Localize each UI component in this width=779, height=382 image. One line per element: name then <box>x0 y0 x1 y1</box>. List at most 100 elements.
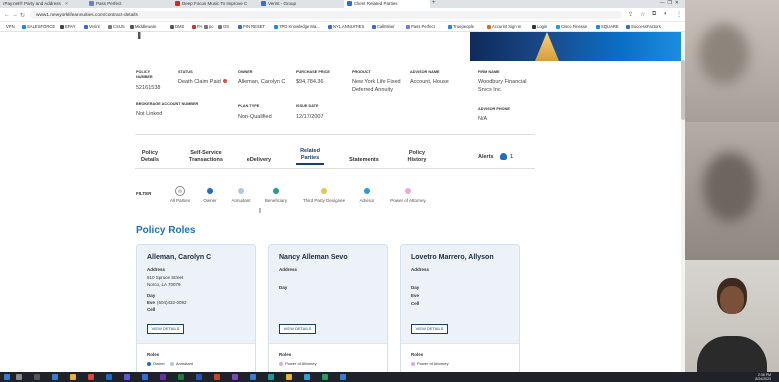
app-icon[interactable] <box>268 374 274 380</box>
divider <box>135 134 535 135</box>
annuitant-dot-icon <box>170 361 174 366</box>
issue-date-label: ISSUE DATE <box>296 104 319 108</box>
window-controls[interactable]: — ❐ ✕ <box>660 0 679 6</box>
owner-value: Alleman, Carolyn C <box>238 79 286 85</box>
bookmark[interactable]: DMS <box>170 24 184 29</box>
bookmark[interactable]: pc <box>204 24 213 29</box>
header-city-image <box>470 32 685 61</box>
bookmark[interactable]: Cisco Finesse <box>556 24 587 29</box>
filter-power-of-attorney-radio[interactable] <box>405 188 411 194</box>
policy-number-label: POLICY NUMBER <box>136 70 153 79</box>
alerts-label[interactable]: Alerts <box>478 154 494 160</box>
section-title: Policy Roles <box>136 225 196 236</box>
app-icon[interactable] <box>250 374 256 380</box>
product-label: PRODUCT <box>352 70 371 74</box>
powerpoint-icon[interactable] <box>214 374 220 380</box>
bookmark[interactable]: PIN RESET <box>238 24 265 29</box>
bookmark[interactable]: OS <box>218 24 229 29</box>
chrome-icon[interactable] <box>88 374 94 380</box>
filter-owner-radio[interactable] <box>207 188 213 194</box>
address-label: Address <box>411 267 430 272</box>
app-icon[interactable] <box>286 374 292 380</box>
tab-label: Client Related Parties <box>354 1 398 6</box>
browser-tab[interactable]: Verint - Group <box>258 0 344 8</box>
bookmark[interactable]: PA <box>192 24 202 29</box>
onenote-icon[interactable] <box>232 374 238 380</box>
filter-annuitant-radio[interactable] <box>238 188 244 194</box>
bookmark[interactable]: Accurint Sign In <box>487 24 521 29</box>
role-owner: Owner <box>147 361 165 366</box>
bell-icon[interactable] <box>500 153 507 160</box>
app-icon[interactable] <box>322 374 328 380</box>
reload-icon[interactable]: ↻ <box>20 12 25 19</box>
menu-icon[interactable]: ⋮ <box>676 11 682 18</box>
profile-icon[interactable]: ◐ <box>664 11 668 17</box>
search-icon[interactable] <box>16 374 22 380</box>
task-view-icon[interactable] <box>34 374 40 380</box>
bookmark[interactable]: VPN <box>6 24 15 29</box>
filter-all-parties-radio[interactable] <box>175 186 185 196</box>
star-icon[interactable]: ☆ <box>640 11 645 18</box>
browser-tab[interactable]: Pass Perfect <box>86 0 172 8</box>
back-icon[interactable]: ← <box>4 12 10 18</box>
forward-icon[interactable]: → <box>12 12 18 18</box>
bookmark[interactable]: TPD Knowledge Ma... <box>274 24 320 29</box>
file-explorer-icon[interactable] <box>70 374 76 380</box>
divider <box>135 168 535 169</box>
bookmark[interactable]: Middleware <box>130 24 156 29</box>
bookmark[interactable]: Pass Perfect <box>406 24 435 29</box>
tab-policy-details[interactable]: Policy Details <box>136 150 164 163</box>
filter-beneficiary-radio[interactable] <box>273 188 279 194</box>
view-details-button[interactable]: VIEW DETAILS <box>279 324 316 334</box>
browser-tab[interactable]: rPay.net® Party and Address ✕ <box>0 0 86 8</box>
browser-tab[interactable]: Deep Focus Music To Improve C <box>172 0 258 8</box>
filter-power-of-attorney-label[interactable]: Power of Attorney <box>378 198 438 203</box>
tab-edelivery[interactable]: eDelivery <box>244 157 274 164</box>
filter-third-party-designee-radio[interactable] <box>321 188 327 194</box>
role-power-of-attorney: Power of Attorney <box>411 361 449 366</box>
taskbar-clock[interactable]: 2:36 PM 8/24/2023 <box>755 373 771 381</box>
app-icon[interactable] <box>340 374 346 380</box>
active-tab-indicator <box>296 163 324 165</box>
bookmark[interactable]: Verint <box>84 24 100 29</box>
excel-icon[interactable] <box>178 374 184 380</box>
bookmark[interactable]: EPAY <box>60 24 76 29</box>
owner-dot-icon <box>147 361 151 366</box>
tab-label: Pass Perfect <box>96 1 122 6</box>
bookmark[interactable]: CSUS <box>108 24 125 29</box>
tab-policy-history[interactable]: Policy History <box>404 150 430 163</box>
close-icon[interactable]: ✕ <box>65 1 69 6</box>
role-power-of-attorney: Power of Attorney <box>279 361 317 366</box>
bookmark[interactable]: Truepeople <box>448 24 474 29</box>
view-details-button[interactable]: VIEW DETAILS <box>147 324 184 334</box>
browser-tab-active[interactable]: Client Related Parties <box>344 0 430 8</box>
view-details-button[interactable]: VIEW DETAILS <box>411 324 448 334</box>
plan-type-value: Non-Qualified <box>238 114 272 120</box>
bookmark[interactable]: Login <box>532 24 547 29</box>
bookmark[interactable]: CallMiner <box>372 24 395 29</box>
bookmark[interactable]: NYL ANNUITIES <box>328 24 364 29</box>
tab-self-service-transactions[interactable]: Self-Service Transactions <box>184 150 228 163</box>
roles-label: Roles <box>411 352 424 357</box>
app-icon[interactable] <box>142 374 148 380</box>
advisor-name-label: ADVISOR NAME <box>410 70 440 74</box>
url-field[interactable]: www1.newyorklifeannuities.com/contract-d… <box>30 11 622 19</box>
new-tab-button[interactable]: + <box>432 0 436 6</box>
windows-start-icon[interactable] <box>4 374 10 380</box>
extensions-icon[interactable]: ⧉ <box>652 11 656 18</box>
word-icon[interactable] <box>196 374 202 380</box>
bookmark[interactable]: SuccessFactors <box>626 24 661 29</box>
teams-icon[interactable] <box>124 374 130 380</box>
bookmark[interactable]: SALESFORCE <box>22 24 55 29</box>
tab-related-parties[interactable]: Related Parties <box>296 148 324 161</box>
filter-advisor-radio[interactable] <box>364 188 370 194</box>
bookmark[interactable]: SQUARE <box>596 24 619 29</box>
outlook-icon[interactable] <box>106 374 112 380</box>
app-icon[interactable] <box>160 374 166 380</box>
party-card: Lovetro Marrero, Allyson Address Day Eve… <box>400 244 520 372</box>
tab-statements[interactable]: Statements <box>346 157 382 164</box>
app-icon[interactable] <box>52 374 58 380</box>
share-icon[interactable]: ⇪ <box>628 11 633 18</box>
verint-icon <box>261 1 266 6</box>
app-icon[interactable] <box>304 374 310 380</box>
